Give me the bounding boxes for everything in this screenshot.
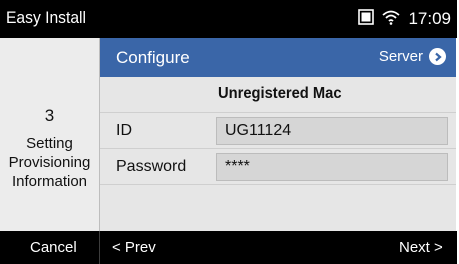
password-label: Password — [116, 158, 187, 175]
server-button-label: Server — [378, 48, 423, 65]
step-description: Setting Provisioning Information — [0, 134, 99, 191]
step-number: 3 — [44, 106, 55, 125]
step-panel: 3 Setting Provisioning Information — [0, 38, 100, 231]
password-field[interactable]: **** — [216, 153, 448, 181]
step-line: Provisioning — [8, 154, 91, 171]
wifi-icon — [382, 9, 401, 30]
status-title: Easy Install — [6, 8, 86, 27]
clock-time: 17:09 — [408, 9, 451, 28]
status-icons: 17:09 — [358, 8, 451, 30]
softkey-bar: Cancel < Prev Next > — [0, 231, 457, 264]
status-bar: Easy Install 17:09 — [0, 0, 457, 38]
id-row: ID UG11124 — [100, 113, 456, 149]
step-line: Setting — [26, 135, 73, 152]
chevron-right-icon — [429, 48, 446, 65]
id-label: ID — [116, 122, 132, 139]
next-button[interactable]: Next > — [399, 239, 443, 256]
config-form: Unregistered Mac ID UG11124 Password ***… — [100, 77, 456, 231]
step-line: Information — [11, 173, 88, 190]
form-subtitle: Unregistered Mac — [218, 85, 342, 102]
softkey-divider — [99, 231, 100, 264]
page-title: Configure — [116, 48, 190, 67]
server-button[interactable]: Server — [379, 48, 446, 65]
config-header: Configure Server — [100, 38, 456, 77]
id-field[interactable]: UG11124 — [216, 117, 448, 145]
form-subtitle-row: Unregistered Mac — [100, 77, 456, 113]
prev-button[interactable]: < Prev — [112, 239, 156, 256]
contact-card-icon — [358, 8, 375, 30]
cancel-button[interactable]: Cancel — [30, 239, 77, 256]
password-row: Password **** — [100, 149, 456, 185]
